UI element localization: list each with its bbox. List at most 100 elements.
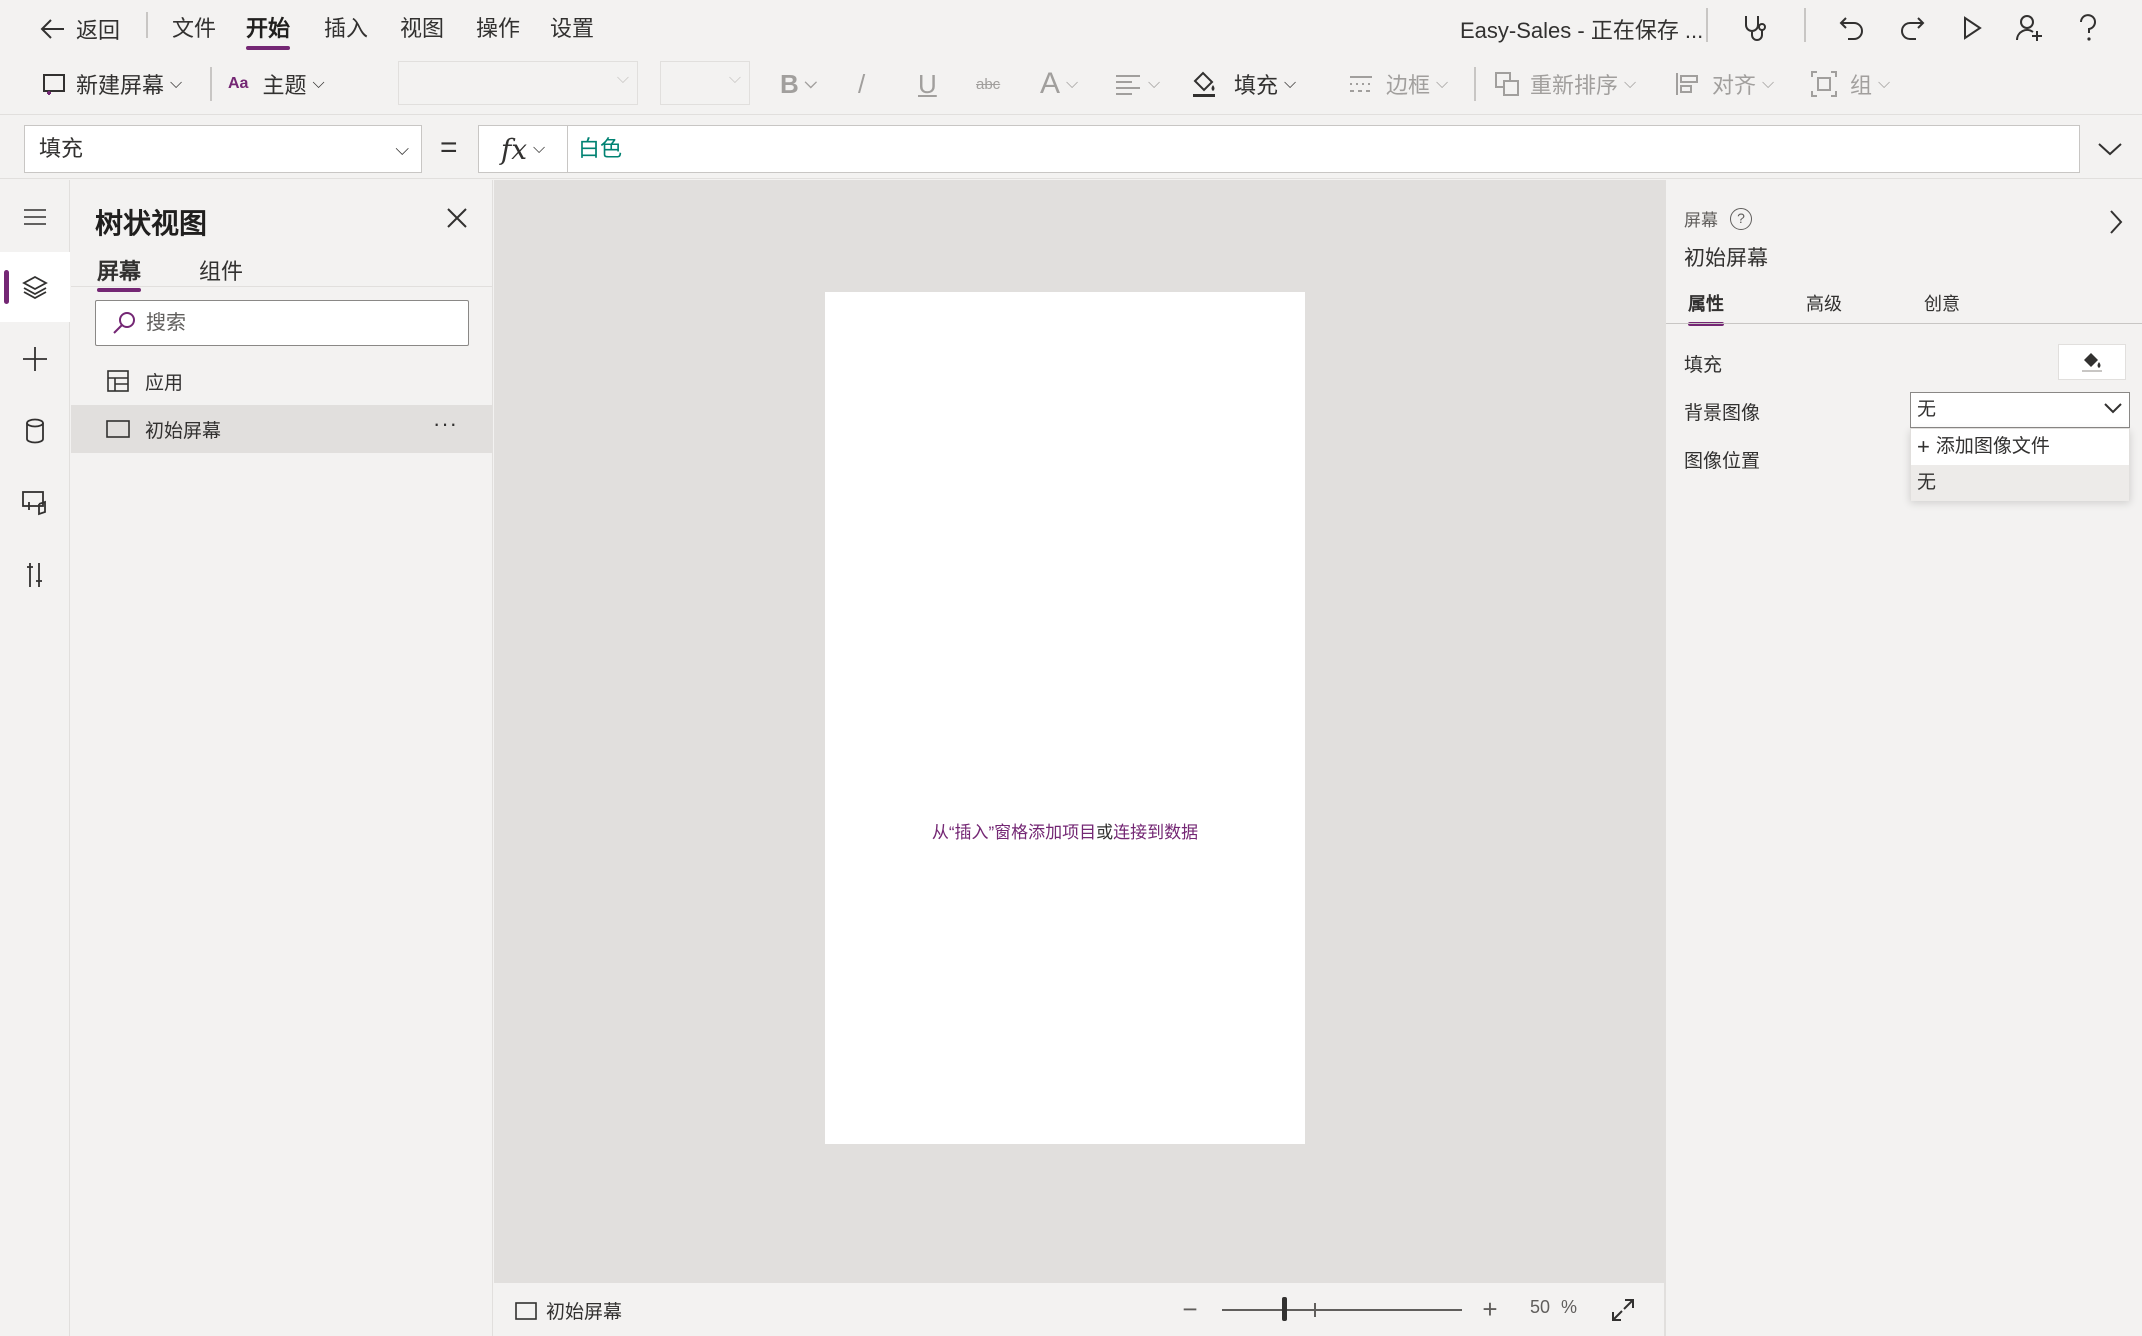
theme-icon: Aa — [228, 75, 249, 92]
back-button[interactable]: 返回 — [40, 12, 120, 46]
background-image-dropdown: + 添加图像文件 无 — [1910, 428, 2130, 501]
menu-view[interactable]: 视图 — [400, 14, 444, 44]
align-label: 对齐 — [1712, 73, 1757, 98]
chevron-down-icon: ⌵ — [1436, 75, 1449, 92]
chevron-down-icon: ⌵ — [1284, 75, 1297, 92]
menu-action[interactable]: 操作 — [476, 14, 520, 44]
chevron-down-icon — [2098, 143, 2122, 156]
tab-components[interactable]: 组件 — [199, 254, 243, 286]
toolbar-divider — [1804, 8, 1806, 42]
zoom-slider[interactable] — [1222, 1309, 1462, 1311]
share-button[interactable] — [2010, 8, 2050, 48]
menu-home[interactable]: 开始 — [246, 14, 291, 50]
screen-canvas[interactable]: 从“插入”窗格添加项目或连接到数据 — [825, 292, 1305, 1144]
app-save-status: Easy-Sales - 正在保存 ... — [1460, 18, 1704, 43]
media-button[interactable] — [0, 468, 70, 538]
help-button[interactable] — [2068, 8, 2108, 48]
question-icon — [2080, 14, 2096, 41]
formula-expand-button[interactable] — [2090, 129, 2130, 169]
app-icon — [105, 368, 131, 394]
fill-property-label: 填充 — [1684, 355, 1723, 376]
insert-button[interactable] — [0, 324, 70, 394]
hamburger-button[interactable] — [0, 182, 70, 252]
background-image-value: 无 — [1917, 399, 1937, 420]
redo-button[interactable] — [1892, 8, 1932, 48]
tab-divider — [1666, 323, 2142, 324]
formula-input[interactable]: 白色 — [568, 125, 2080, 173]
menu-file[interactable]: 文件 — [172, 14, 216, 44]
data-button[interactable] — [0, 396, 70, 466]
fit-to-window-button[interactable] — [1606, 1293, 1640, 1327]
dropdown-option-add-image[interactable]: + 添加图像文件 — [1911, 429, 2129, 465]
help-icon[interactable]: ? — [1730, 207, 1752, 230]
underline-icon: U — [918, 68, 937, 99]
underline-button[interactable]: U — [918, 65, 937, 103]
font-size-select[interactable]: ⌵ — [660, 61, 750, 105]
theme-label: 主题 — [262, 73, 307, 98]
zoom-in-button[interactable]: + — [1474, 1293, 1506, 1325]
border-button[interactable]: 边框 ⌵ — [1348, 65, 1448, 103]
equals-sign: = — [440, 131, 458, 164]
italic-button[interactable]: / — [858, 65, 865, 103]
font-color-button[interactable]: A ⌵ — [1040, 65, 1078, 103]
zoom-slider-thumb[interactable] — [1282, 1297, 1287, 1321]
reorder-button[interactable]: 重新排序 ⌵ — [1494, 65, 1636, 103]
connect-data-link[interactable]: 连接到数据 — [1113, 823, 1198, 842]
strikethrough-button[interactable]: abc — [976, 65, 1000, 103]
tree-item-app[interactable]: 应用 — [71, 357, 492, 405]
menu-settings[interactable]: 设置 — [550, 14, 594, 44]
canvas-empty-hint: 从“插入”窗格添加项目或连接到数据 — [825, 818, 1305, 843]
property-select[interactable]: 填充 ⌵ — [24, 125, 422, 173]
bold-button[interactable]: B ⌵ — [780, 65, 817, 103]
background-image-select[interactable]: 无 — [1910, 392, 2130, 428]
chevron-down-icon: ⌵ — [1624, 75, 1637, 92]
tree-item-initial-screen[interactable]: 初始屏幕 ··· — [71, 405, 492, 453]
border-style-icon — [1350, 76, 1372, 92]
align-objects-icon — [1676, 73, 1698, 95]
tree-search-box[interactable] — [95, 300, 469, 346]
screen-icon — [105, 416, 131, 442]
plus-icon — [23, 347, 47, 371]
properties-type-label: 屏幕 — [1684, 211, 1718, 230]
search-input[interactable] — [146, 311, 446, 335]
group-button[interactable]: 组 ⌵ — [1810, 65, 1890, 103]
chevron-down-icon: ⌵ — [1148, 75, 1161, 92]
fill-color-picker[interactable] — [2058, 344, 2126, 380]
ribbon-toolbar: 新建屏幕 ⌵ Aa 主题 ⌵ ⌵ ⌵ B ⌵ / U abc A ⌵ ⌵ 填充 ⌵ … — [0, 53, 2142, 115]
more-options-icon[interactable]: ··· — [433, 411, 458, 437]
insert-pane-link[interactable]: 从“插入”窗格添加项目 — [932, 823, 1096, 842]
advanced-tools-button[interactable] — [0, 540, 70, 610]
plus-icon: + — [1917, 434, 1930, 459]
close-tree-view-button[interactable] — [437, 198, 477, 238]
dropdown-option-none[interactable]: 无 — [1911, 465, 2129, 501]
menu-insert[interactable]: 插入 — [324, 14, 368, 44]
zoom-value: 50 — [1530, 1297, 1551, 1317]
tree-view-button[interactable] — [0, 252, 70, 322]
collapse-panel-button[interactable] — [2096, 202, 2136, 242]
dropdown-option-label: 添加图像文件 — [1935, 436, 2050, 457]
plus-icon: + — [1482, 1293, 1498, 1324]
tree-view-title: 树状视图 — [95, 208, 208, 239]
selected-control-name: 初始屏幕 — [1684, 247, 1768, 270]
tab-advanced[interactable]: 高级 — [1806, 290, 1842, 318]
preview-button[interactable] — [1952, 8, 1992, 48]
theme-button[interactable]: Aa 主题 ⌵ — [228, 65, 325, 103]
properties-type: 屏幕 ? — [1684, 206, 1752, 231]
tab-screens[interactable]: 屏幕 — [97, 254, 142, 292]
fx-button[interactable]: fx ⌵ — [478, 125, 568, 173]
align-button[interactable]: 对齐 ⌵ — [1674, 65, 1774, 103]
text-align-button[interactable]: ⌵ — [1114, 65, 1160, 103]
current-screen-indicator[interactable]: 初始屏幕 — [514, 1297, 622, 1324]
fill-button[interactable]: 填充 ⌵ — [1190, 65, 1296, 103]
canvas-area[interactable]: 从“插入”窗格添加项目或连接到数据 — [494, 180, 1664, 1282]
screen-icon — [515, 1301, 537, 1320]
new-screen-button[interactable]: 新建屏幕 ⌵ — [42, 65, 182, 103]
tab-properties[interactable]: 属性 — [1688, 290, 1724, 326]
stethoscope-icon — [1745, 16, 1766, 41]
tab-ideas[interactable]: 创意 — [1924, 290, 1960, 318]
app-checker-button[interactable] — [1734, 8, 1774, 48]
undo-button[interactable] — [1832, 8, 1872, 48]
font-family-select[interactable]: ⌵ — [398, 61, 638, 105]
zoom-out-button[interactable]: − — [1174, 1293, 1206, 1325]
chevron-down-icon: ⌵ — [170, 75, 183, 92]
